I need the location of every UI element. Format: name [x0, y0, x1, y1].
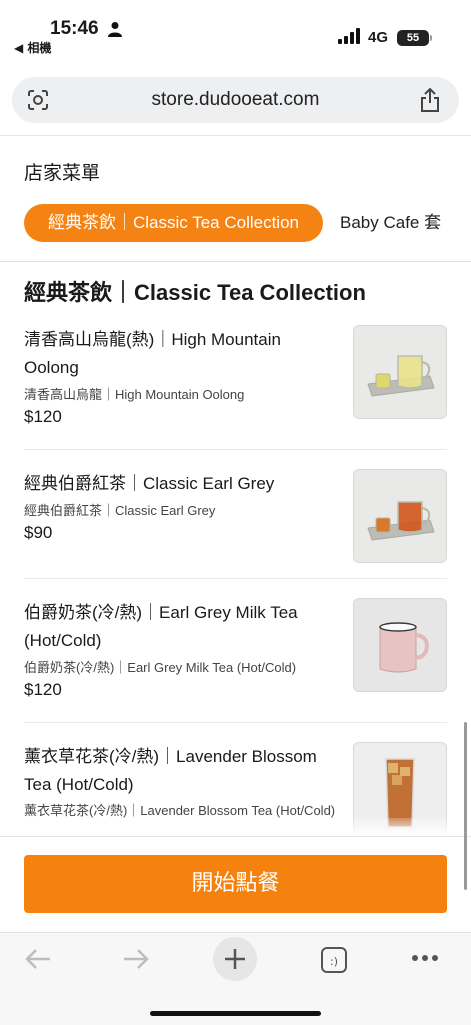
person-icon	[108, 22, 122, 37]
item-price: $90	[24, 523, 53, 542]
fade-overlay	[0, 818, 471, 836]
item-name[interactable]: 經典伯爵紅茶｜Classic Earl Grey	[24, 470, 339, 498]
new-tab-button[interactable]	[213, 937, 257, 981]
address-bar[interactable]: store.dudooeat.com	[12, 77, 459, 123]
tabs-icon[interactable]: :)	[320, 946, 348, 974]
item-description: 清香高山烏龍｜High Mountain Oolong	[24, 387, 245, 402]
url-text: store.dudooeat.com	[151, 89, 320, 110]
item-price: $120	[24, 680, 62, 699]
category-title: 經典茶飲｜Classic Tea Collection	[24, 280, 366, 305]
home-indicator[interactable]	[150, 1011, 321, 1016]
cellular-signal-icon	[338, 28, 360, 44]
item-name[interactable]: 薰衣草花茶(冷/熱)｜Lavender Blossom Tea (Hot/Col…	[24, 743, 339, 799]
item-image[interactable]	[353, 469, 447, 563]
more-options-icon[interactable]	[410, 953, 440, 963]
store-menu-label: 店家菜單	[24, 162, 101, 184]
status-time: 15:46	[50, 18, 99, 39]
item-name[interactable]: 清香高山烏龍(熱)｜High Mountain Oolong	[24, 326, 339, 382]
divider	[0, 261, 471, 262]
earl-grey-tea-set-icon	[354, 470, 446, 562]
item-name[interactable]: 伯爵奶茶(冷/熱)｜Earl Grey Milk Tea (Hot/Cold)	[24, 599, 339, 655]
scrollbar[interactable]	[464, 722, 467, 890]
item-price: $120	[24, 407, 62, 426]
start-order-button[interactable]: 開始點餐	[24, 855, 447, 913]
browser-toolbar: :)	[0, 932, 471, 1025]
item-separator	[24, 578, 447, 579]
forward-arrow-icon[interactable]	[122, 947, 150, 971]
divider	[0, 135, 471, 136]
order-bar: 開始點餐	[0, 836, 471, 933]
item-image[interactable]	[353, 598, 447, 692]
item-separator	[24, 449, 447, 450]
item-description: 經典伯爵紅茶｜Classic Earl Grey	[24, 503, 216, 518]
network-type: 4G	[368, 29, 389, 46]
status-bar: 15:46 ◀ 相機 4G 55	[0, 0, 471, 60]
item-description: 伯爵奶茶(冷/熱)｜Earl Grey Milk Tea (Hot/Cold)	[24, 660, 297, 675]
item-separator	[24, 722, 447, 723]
milk-tea-mug-icon	[354, 599, 446, 691]
oolong-tea-set-icon	[354, 326, 446, 418]
share-icon[interactable]	[419, 87, 441, 113]
back-to-app-link[interactable]: ◀ 相機	[14, 39, 51, 56]
back-arrow-icon[interactable]	[24, 947, 52, 971]
tab-baby-cafe[interactable]: Baby Cafe 套	[340, 204, 441, 242]
plus-icon	[225, 949, 245, 969]
svg-text::): :)	[330, 955, 338, 968]
battery-icon: 55	[397, 30, 432, 46]
tab-classic-tea[interactable]: 經典茶飲｜Classic Tea Collection	[24, 204, 323, 242]
item-image[interactable]	[353, 325, 447, 419]
